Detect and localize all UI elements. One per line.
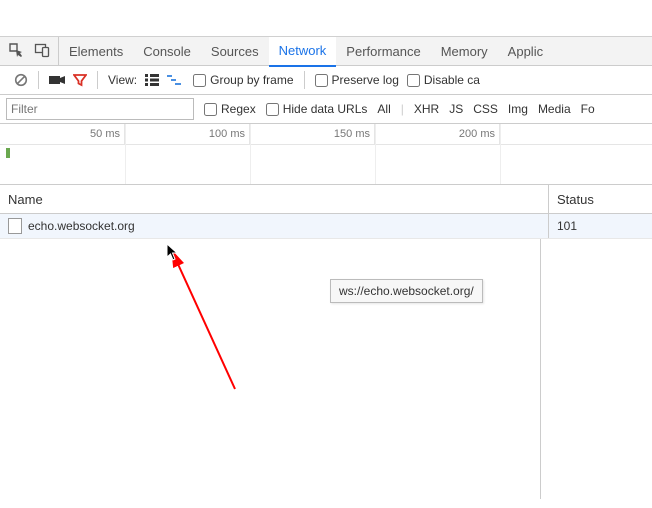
filter-type-font[interactable]: Fo — [581, 102, 595, 116]
timeline-tick: 200 ms — [375, 124, 500, 144]
timeline-tick: 100 ms — [125, 124, 250, 144]
filter-input[interactable] — [6, 98, 194, 120]
disable-cache-checkbox[interactable]: Disable ca — [407, 73, 480, 87]
disable-cache-label: Disable ca — [424, 73, 480, 87]
tab-sources[interactable]: Sources — [201, 37, 269, 65]
large-rows-icon[interactable] — [145, 74, 159, 86]
filter-type-xhr[interactable]: XHR — [414, 102, 439, 116]
regex-checkbox[interactable]: Regex — [204, 102, 256, 116]
filter-type-media[interactable]: Media — [538, 102, 571, 116]
group-by-frame-checkbox[interactable]: Group by frame — [193, 73, 293, 87]
column-header-status[interactable]: Status — [549, 185, 652, 213]
column-header-name[interactable]: Name — [0, 185, 549, 213]
timeline-tick: 150 ms — [250, 124, 375, 144]
request-table-header: Name Status — [0, 185, 652, 214]
preserve-log-checkbox[interactable]: Preserve log — [315, 73, 399, 87]
tab-network[interactable]: Network — [269, 37, 337, 67]
network-toolbar: View: Group by frame Preserve log Disabl… — [0, 66, 652, 95]
timeline-tick: 50 ms — [0, 124, 125, 144]
empty-body: ws://echo.websocket.org/ — [0, 239, 652, 499]
device-toolbar-icon[interactable] — [34, 42, 50, 61]
tab-performance[interactable]: Performance — [336, 37, 430, 65]
tab-console[interactable]: Console — [133, 37, 201, 65]
clear-icon[interactable] — [14, 73, 28, 87]
filter-type-img[interactable]: Img — [508, 102, 528, 116]
hide-data-urls-label: Hide data URLs — [283, 102, 368, 116]
inspect-icon[interactable] — [8, 42, 24, 61]
url-tooltip: ws://echo.websocket.org/ — [330, 279, 483, 303]
view-label: View: — [108, 73, 137, 87]
timeline[interactable]: 50 ms 100 ms 150 ms 200 ms — [0, 124, 652, 185]
filter-type-js[interactable]: JS — [449, 102, 463, 116]
table-row[interactable]: echo.websocket.org 101 — [0, 214, 652, 239]
tab-memory[interactable]: Memory — [431, 37, 498, 65]
annotation-arrow — [120, 239, 300, 409]
screenshot-icon[interactable] — [49, 74, 65, 86]
timeline-marker — [6, 148, 10, 158]
group-by-frame-label: Group by frame — [210, 73, 293, 87]
hide-data-urls-checkbox[interactable]: Hide data URLs — [266, 102, 368, 116]
request-status: 101 — [549, 214, 652, 238]
preserve-log-label: Preserve log — [332, 73, 399, 87]
filter-icon[interactable] — [73, 73, 87, 87]
file-icon — [8, 218, 22, 234]
tab-application[interactable]: Applic — [498, 37, 553, 65]
filter-type-all[interactable]: All — [377, 102, 390, 116]
waterfall-icon[interactable] — [167, 74, 185, 86]
tab-elements[interactable]: Elements — [59, 37, 133, 65]
devtools-tabs: Elements Console Sources Network Perform… — [0, 37, 652, 66]
regex-label: Regex — [221, 102, 256, 116]
filter-bar: Regex Hide data URLs All | XHR JS CSS Im… — [0, 95, 652, 124]
filter-type-css[interactable]: CSS — [473, 102, 498, 116]
cursor-icon — [166, 243, 180, 261]
request-name: echo.websocket.org — [28, 219, 135, 233]
